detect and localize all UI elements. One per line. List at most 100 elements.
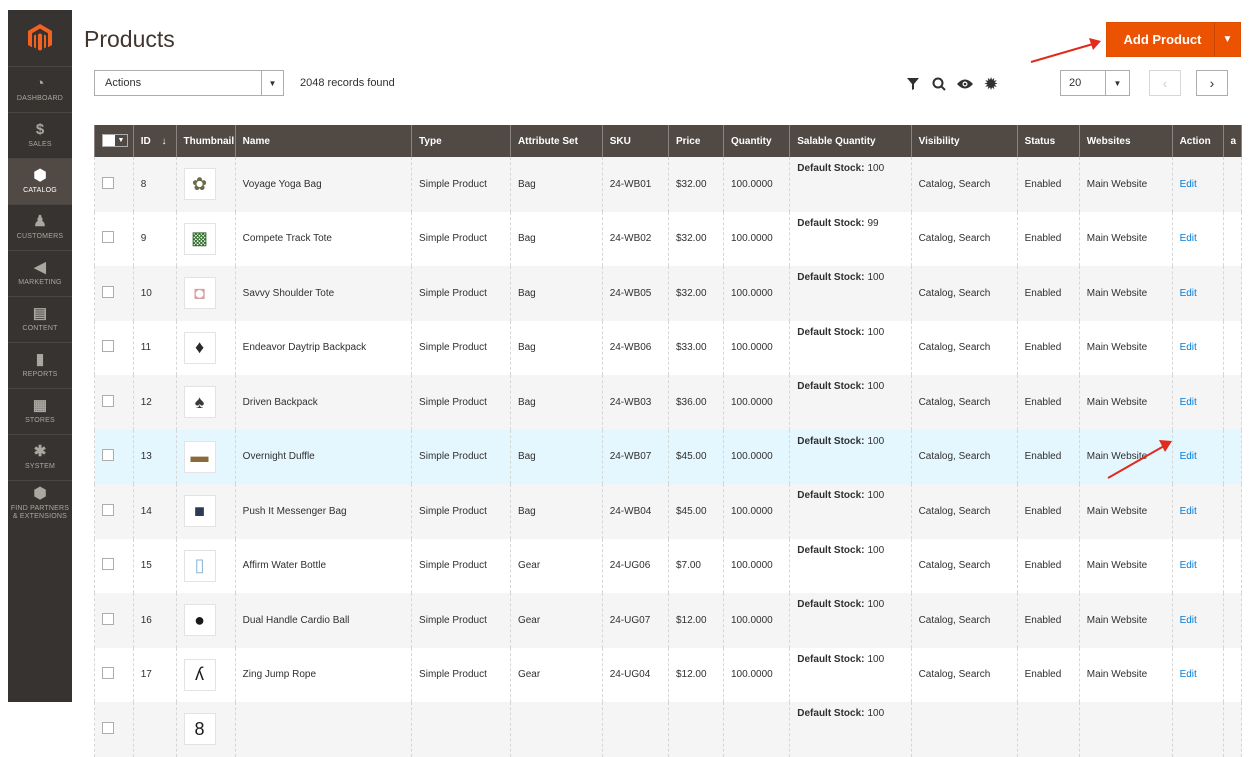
edit-link[interactable]: Edit [1180, 288, 1197, 299]
filter-icon[interactable] [900, 74, 926, 94]
extra-cell [1222, 375, 1243, 430]
thumbnail-cell: ♦ [175, 320, 236, 375]
sidebar-item-marketing[interactable]: ◀ MARKETING [8, 250, 72, 296]
table-row[interactable]: 10 ◘ Savvy Shoulder Tote Simple Product Bag 2… [94, 266, 1243, 321]
thumbnail-cell: ▩ [175, 211, 236, 266]
row-checkbox[interactable] [102, 394, 114, 407]
row-checkbox[interactable] [102, 285, 114, 298]
row-checkbox[interactable] [102, 612, 114, 625]
edit-link[interactable]: Edit [1180, 233, 1197, 244]
eye-icon[interactable] [952, 74, 978, 94]
select-cell [94, 647, 134, 702]
table-row[interactable]: 12 ♠ Driven Backpack Simple Product Bag 24-WB… [94, 375, 1243, 430]
product-thumbnail[interactable]: ▯ [183, 549, 216, 582]
type-cell: Simple Product [411, 593, 511, 648]
gear-icon[interactable]: ✹ [978, 74, 1004, 94]
column-header-type[interactable]: Type [411, 125, 511, 157]
mass-select-header[interactable]: ▼ [94, 125, 134, 157]
product-thumbnail[interactable]: ✿ [183, 168, 216, 201]
table-row[interactable]: 8 Default Stock: 100 [94, 702, 1243, 757]
table-row[interactable]: 9 ▩ Compete Track Tote Simple Product Bag 24-… [94, 211, 1243, 266]
row-checkbox[interactable] [102, 558, 114, 571]
column-header-websites[interactable]: Websites [1078, 125, 1173, 157]
row-checkbox[interactable] [102, 503, 114, 516]
edit-link[interactable]: Edit [1180, 342, 1197, 353]
table-row[interactable]: 15 ▯ Affirm Water Bottle Simple Product Gear… [94, 538, 1243, 593]
price-cell: $7.00 [667, 538, 725, 593]
row-checkbox[interactable] [102, 176, 114, 189]
column-header-visibility[interactable]: Visibility [910, 125, 1018, 157]
product-thumbnail[interactable]: ■ [183, 495, 216, 528]
sidebar-item-stores[interactable]: ▦ STORES [8, 388, 72, 434]
row-checkbox[interactable] [102, 667, 114, 680]
sidebar-item-system[interactable]: ✱ SYSTEM [8, 434, 72, 480]
sku-cell: 24-WB03 [601, 375, 669, 430]
sidebar-item-content[interactable]: ▤ CONTENT [8, 296, 72, 342]
product-thumbnail[interactable]: 8 [183, 713, 216, 746]
quantity-cell: 100.0000 [722, 429, 791, 484]
table-row[interactable]: 8 ✿ Voyage Yoga Bag Simple Product Bag 24-WB0… [94, 157, 1243, 212]
mass-actions-select[interactable]: Actions ▼ [94, 70, 284, 96]
edit-link[interactable]: Edit [1180, 397, 1197, 408]
row-checkbox[interactable] [102, 721, 114, 734]
action-cell: Edit [1171, 647, 1224, 702]
edit-link[interactable]: Edit [1180, 615, 1197, 626]
sidebar-item-find[interactable]: ⬢ FIND PARTNERS & EXTENSIONS [8, 480, 72, 526]
extra-cell [1222, 538, 1243, 593]
stock-value: 100 [867, 326, 885, 338]
status-cell [1016, 702, 1080, 757]
table-row[interactable]: 11 ♦ Endeavor Daytrip Backpack Simple Produ… [94, 320, 1243, 375]
column-header-name[interactable]: Name [234, 125, 413, 157]
table-row[interactable]: 13 ▬ Overnight Duffle Simple Product Bag 24-W… [94, 429, 1243, 484]
product-thumbnail[interactable]: ♦ [183, 331, 216, 364]
edit-link[interactable]: Edit [1180, 451, 1197, 462]
table-row[interactable]: 16 ● Dual Handle Cardio Ball Simple Product… [94, 593, 1243, 648]
sidebar-item-reports[interactable]: ▮ REPORTS [8, 342, 72, 388]
magento-logo[interactable] [8, 10, 72, 66]
pager-next-button[interactable]: › [1196, 70, 1228, 96]
pager-previous-button[interactable]: ‹ [1149, 70, 1181, 96]
table-row[interactable]: 14 ■ Push It Messenger Bag Simple Product Ba… [94, 484, 1243, 539]
id-cell: 10 [132, 266, 177, 321]
edit-link[interactable]: Edit [1180, 669, 1197, 680]
column-header-thumbnail[interactable]: Thumbnail [175, 125, 236, 157]
product-thumbnail[interactable]: ● [183, 604, 216, 637]
sidebar-item-sales[interactable]: $ SALES [8, 112, 72, 158]
column-header-quantity[interactable]: Quantity [722, 125, 791, 157]
column-header-action[interactable]: Action [1171, 125, 1224, 157]
search-icon[interactable] [926, 74, 952, 94]
column-header-extra[interactable]: a [1222, 125, 1243, 157]
product-thumbnail[interactable]: ♠ [183, 386, 216, 419]
product-thumbnail[interactable]: ʎ [183, 658, 216, 691]
action-cell: Edit [1171, 593, 1224, 648]
sidebar-item-catalog[interactable]: ⬢ CATALOG [8, 158, 72, 204]
sku-cell: 24-WB04 [601, 484, 669, 539]
product-thumbnail[interactable]: ▬ [183, 440, 216, 473]
column-header-price[interactable]: Price [667, 125, 725, 157]
stock-label: Default Stock: [797, 326, 865, 338]
column-header-salable-quantity[interactable]: Salable Quantity [789, 125, 912, 157]
sidebar-item-customers[interactable]: ♟ CUSTOMERS [8, 204, 72, 250]
per-page-select[interactable]: 20 ▼ [1060, 70, 1130, 96]
row-checkbox[interactable] [102, 231, 114, 244]
add-product-button[interactable]: Add Product ▼ [1106, 22, 1241, 57]
row-checkbox[interactable] [102, 449, 114, 462]
column-header-sku[interactable]: SKU [601, 125, 669, 157]
mass-select-checkbox[interactable]: ▼ [102, 133, 128, 147]
column-header-status[interactable]: Status [1016, 125, 1080, 157]
product-thumbnail[interactable]: ▩ [183, 222, 216, 255]
table-row[interactable]: 17 ʎ Zing Jump Rope Simple Product Gear 24-UG… [94, 647, 1243, 702]
add-product-dropdown-toggle[interactable]: ▼ [1214, 23, 1240, 56]
select-cell [94, 593, 134, 648]
quantity-cell: 100.0000 [722, 375, 791, 430]
product-thumbnail[interactable]: ◘ [183, 277, 216, 310]
edit-link[interactable]: Edit [1180, 179, 1197, 190]
edit-link[interactable]: Edit [1180, 560, 1197, 571]
stock-label: Default Stock: [797, 163, 865, 174]
column-header-id[interactable]: ID ↓ [132, 125, 177, 157]
edit-link[interactable]: Edit [1180, 506, 1197, 517]
column-header-attribute-set[interactable]: Attribute Set [509, 125, 603, 157]
quantity-cell: 100.0000 [722, 266, 791, 321]
sidebar-item-dashboard[interactable]: ◔ DASHBOARD [8, 66, 72, 112]
row-checkbox[interactable] [102, 340, 114, 353]
